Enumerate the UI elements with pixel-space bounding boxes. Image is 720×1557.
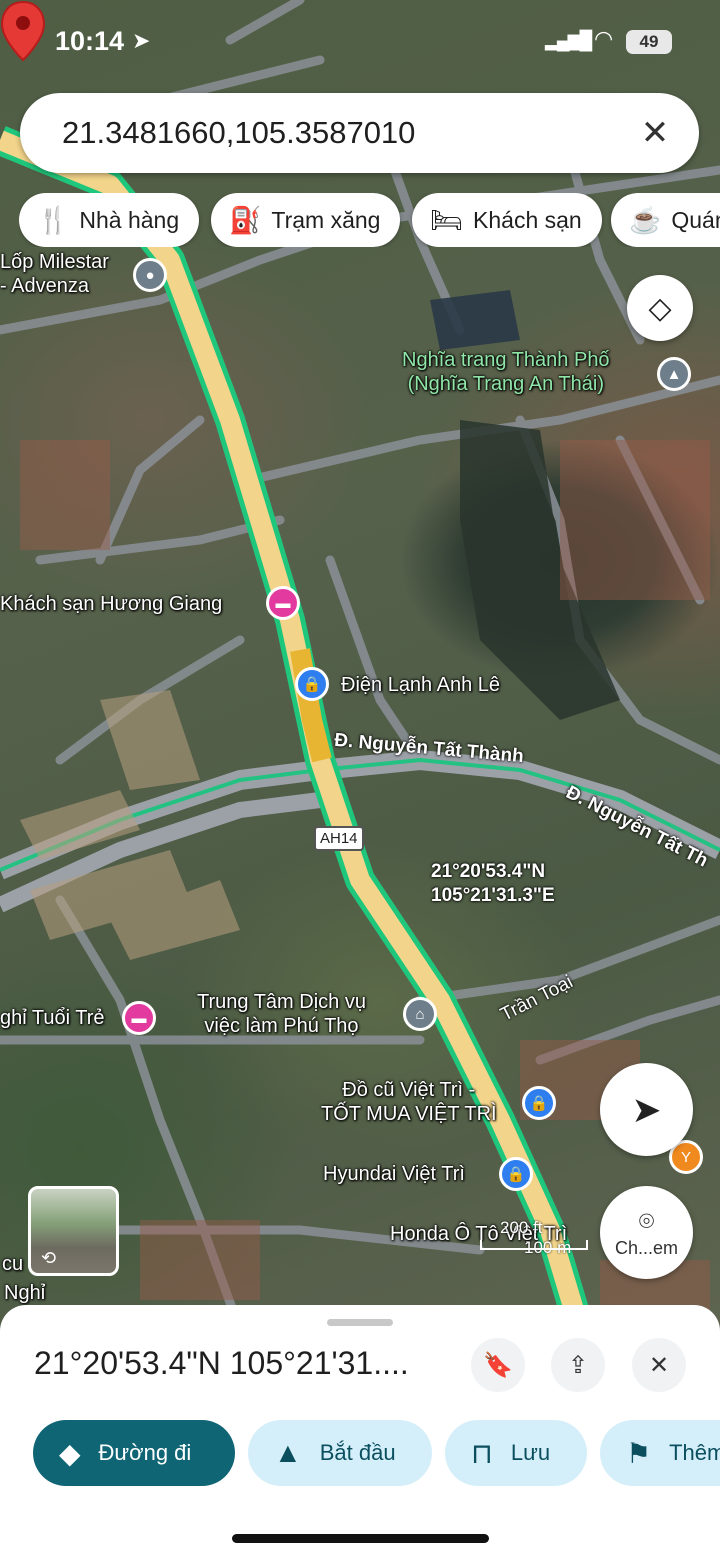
save-button[interactable]: ⊓ Lưu (445, 1420, 587, 1486)
chip-cafes[interactable]: ☕ Quán (611, 193, 720, 247)
place-bottom-sheet[interactable]: 21°20'53.4"N 105°21'31.... 🔖 ⇪ ✕ ◆ Đường… (0, 1305, 720, 1557)
street-view-thumbnail[interactable]: ⟲ (28, 1186, 119, 1276)
restaurant-icon: 🍴 (37, 204, 70, 235)
start-button[interactable]: ▲ Bắt đầu (248, 1420, 432, 1486)
directions-button[interactable]: ◆ Đường đi (33, 1420, 235, 1486)
navigation-arrow-icon: ➤ (631, 1088, 662, 1130)
wifi-icon: ◠ (594, 26, 614, 51)
map-label-tuoi-tre[interactable]: ghỉ Tuổi Trẻ (0, 1006, 105, 1030)
shop-pin-icon[interactable]: 🔒 (499, 1157, 533, 1191)
map-label-huong-giang[interactable]: Khách sạn Hương Giang (0, 592, 222, 616)
action-label: Đường đi (98, 1440, 192, 1465)
map-pin-icon[interactable]: ● (133, 258, 167, 292)
cemetery-icon[interactable]: ▲ (657, 357, 691, 391)
rotate-360-icon: ⟲ (41, 1248, 57, 1268)
shop-pin-icon[interactable]: 🔒 (295, 667, 329, 701)
camera-icon: ⌾ (638, 1206, 655, 1236)
directions-icon: ◆ (59, 1437, 81, 1469)
hotel-pin-icon[interactable]: ▬ (122, 1001, 156, 1035)
battery-icon: 49 (626, 30, 672, 54)
home-indicator (232, 1534, 489, 1543)
search-input[interactable]: 21.3481660,105.3587010 (62, 115, 415, 151)
map-label-hyundai[interactable]: Hyundai Việt Trì (323, 1162, 465, 1186)
my-location-button[interactable]: ➤ (600, 1063, 693, 1156)
close-icon: ✕ (648, 1351, 670, 1379)
chip-gas-stations[interactable]: ⛽ Trạm xăng (211, 193, 401, 247)
place-title: 21°20'53.4"N 105°21'31.... (34, 1345, 409, 1381)
location-arrow-icon: ➤ (132, 28, 151, 53)
hotel-pin-icon[interactable]: ▬ (266, 586, 300, 620)
map-label-milestar[interactable]: Lốp Milestar - Advenza (0, 250, 109, 298)
bookmark-icon: ⊓ (471, 1437, 493, 1469)
chip-label: Trạm xăng (271, 206, 381, 233)
chip-label: Nhà hàng (79, 206, 180, 233)
add-button[interactable]: ⚑ Thêm (600, 1420, 720, 1486)
category-chips: 🍴 Nhà hàng ⛽ Trạm xăng 🛏 Khách sạn ☕ Quá… (19, 193, 720, 247)
government-building-icon[interactable]: ⌂ (403, 997, 437, 1031)
route-shield: AH14 (314, 826, 364, 851)
lens-label: Ch...em (614, 1238, 679, 1258)
share-button[interactable]: ⇪ (551, 1338, 605, 1392)
close-icon[interactable]: ✕ (633, 111, 677, 155)
lens-button[interactable]: ⌾ Ch...em (600, 1186, 693, 1279)
coordinate-label: 21°20'53.4"N 105°21'31.3"E (431, 861, 555, 906)
navigation-arrow-icon: ▲ (274, 1437, 302, 1468)
gas-station-icon: ⛽ (229, 204, 262, 235)
map-label-anh-le[interactable]: Điện Lạnh Anh Lê (341, 673, 500, 697)
map-label-do-cu[interactable]: Đồ cũ Việt Trì - TỐT MUA VIỆT TRÌ (321, 1078, 497, 1126)
map-label-cu[interactable]: cu (2, 1252, 23, 1276)
status-time: 10:14 (55, 26, 125, 56)
layers-icon: ◇ (648, 291, 672, 325)
action-label: Bắt đầu (319, 1440, 396, 1465)
close-sheet-button[interactable]: ✕ (632, 1338, 686, 1392)
status-bar: 10:14 ➤ ▂▄▆█ ◠ 49 (0, 22, 720, 62)
save-icon-button[interactable]: 🔖 (471, 1338, 525, 1392)
search-bar[interactable]: 21.3481660,105.3587010 ✕ (20, 93, 699, 173)
hotel-icon: 🛏 (430, 204, 464, 235)
flag-icon: ⚑ (626, 1437, 652, 1469)
action-label: Thêm (669, 1440, 720, 1465)
map-label-trung-tam[interactable]: Trung Tâm Dịch vụ việc làm Phú Thọ (197, 990, 366, 1038)
share-icon: ⇪ (567, 1351, 589, 1379)
map-label-cemetery[interactable]: Nghĩa trang Thành Phố (Nghĩa Trang An Th… (402, 348, 610, 396)
shop-pin-icon[interactable]: 🔒 (522, 1086, 556, 1120)
chip-hotels[interactable]: 🛏 Khách sạn (412, 193, 602, 247)
cellular-signal-icon: ▂▄▆█ (545, 30, 592, 50)
chip-label: Khách sạn (473, 206, 582, 233)
chip-label: Quán (671, 206, 720, 233)
map-label-nghi[interactable]: Nghỉ (4, 1281, 45, 1305)
map-scale: 200 ft 100 m (480, 1218, 588, 1258)
drag-handle[interactable] (327, 1319, 393, 1326)
layers-button[interactable]: ◇ (627, 275, 693, 341)
action-label: Lưu (510, 1440, 551, 1465)
chip-restaurants[interactable]: 🍴 Nhà hàng (19, 193, 200, 247)
cafe-icon: ☕ (629, 204, 662, 235)
bookmark-icon: 🔖 (483, 1351, 513, 1379)
